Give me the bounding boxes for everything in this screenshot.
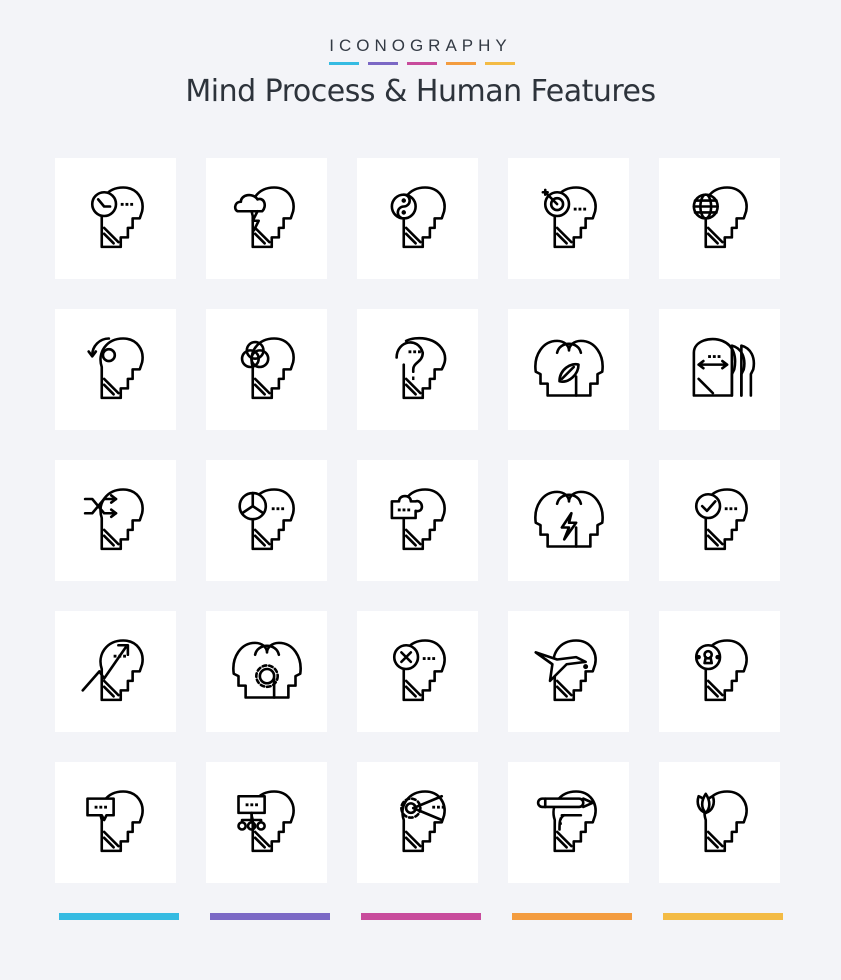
footer-bar [512,913,632,920]
mind-yin-yang-icon [380,178,456,259]
icon-card[interactable] [357,762,478,883]
icon-card[interactable] [508,762,629,883]
mind-keyhole-icon [682,631,758,712]
icon-card[interactable] [357,611,478,732]
icon-card[interactable] [659,611,780,732]
two-heads-leaf-icon [531,329,607,410]
footer-color-bars [59,913,783,920]
footer-bar [59,913,179,920]
footer-bar [210,913,330,920]
icon-card[interactable] [55,611,176,732]
icon-card[interactable] [55,309,176,430]
icon-card[interactable] [508,611,629,732]
icon-card[interactable] [659,460,780,581]
two-heads-bolt-icon [531,480,607,561]
icon-card[interactable] [659,158,780,279]
icon-card[interactable] [206,460,327,581]
three-heads-exchange-icon [682,329,758,410]
mind-gear-vision-icon [380,782,456,863]
mind-bird-icon [531,631,607,712]
page-title: Mind Process & Human Features [185,74,656,109]
brand-bar [485,62,515,65]
mind-pen-icon [531,782,607,863]
mind-hierarchy-icon [229,782,305,863]
mind-storm-icon [229,178,305,259]
icon-card[interactable] [55,460,176,581]
mind-globe-icon [682,178,758,259]
mind-puzzle-icon [380,480,456,561]
footer-bar [663,913,783,920]
icon-card[interactable] [508,309,629,430]
icon-grid [55,158,780,883]
icon-card[interactable] [206,762,327,883]
mind-check-icon [682,480,758,561]
mind-shuffle-icon [78,480,154,561]
icon-card[interactable] [659,762,780,883]
brand-bar [368,62,398,65]
mind-chat-icon [78,782,154,863]
mind-venn-icon [229,329,305,410]
icon-card[interactable] [55,762,176,883]
brand-bar [329,62,359,65]
icon-card[interactable] [508,158,629,279]
brand-label: ICONOGRAPHY [329,36,512,55]
icon-card[interactable] [357,158,478,279]
mind-question-icon [380,329,456,410]
icon-card[interactable] [55,158,176,279]
brand-bar [407,62,437,65]
brand-bar [446,62,476,65]
mind-growth-icon [78,631,154,712]
mind-refresh-icon [78,329,154,410]
mind-target-icon [531,178,607,259]
icon-card[interactable] [659,309,780,430]
icon-card[interactable] [357,460,478,581]
mind-pie-chart-icon [229,480,305,561]
icon-card[interactable] [206,309,327,430]
two-heads-gear-icon [229,631,305,712]
mind-lotus-icon [682,782,758,863]
mind-cancel-icon [380,631,456,712]
mind-time-icon [78,178,154,259]
icon-card[interactable] [508,460,629,581]
footer-bar [361,913,481,920]
icon-card[interactable] [206,611,327,732]
icon-card[interactable] [206,158,327,279]
icon-card[interactable] [357,309,478,430]
brand-color-bars [329,62,515,65]
